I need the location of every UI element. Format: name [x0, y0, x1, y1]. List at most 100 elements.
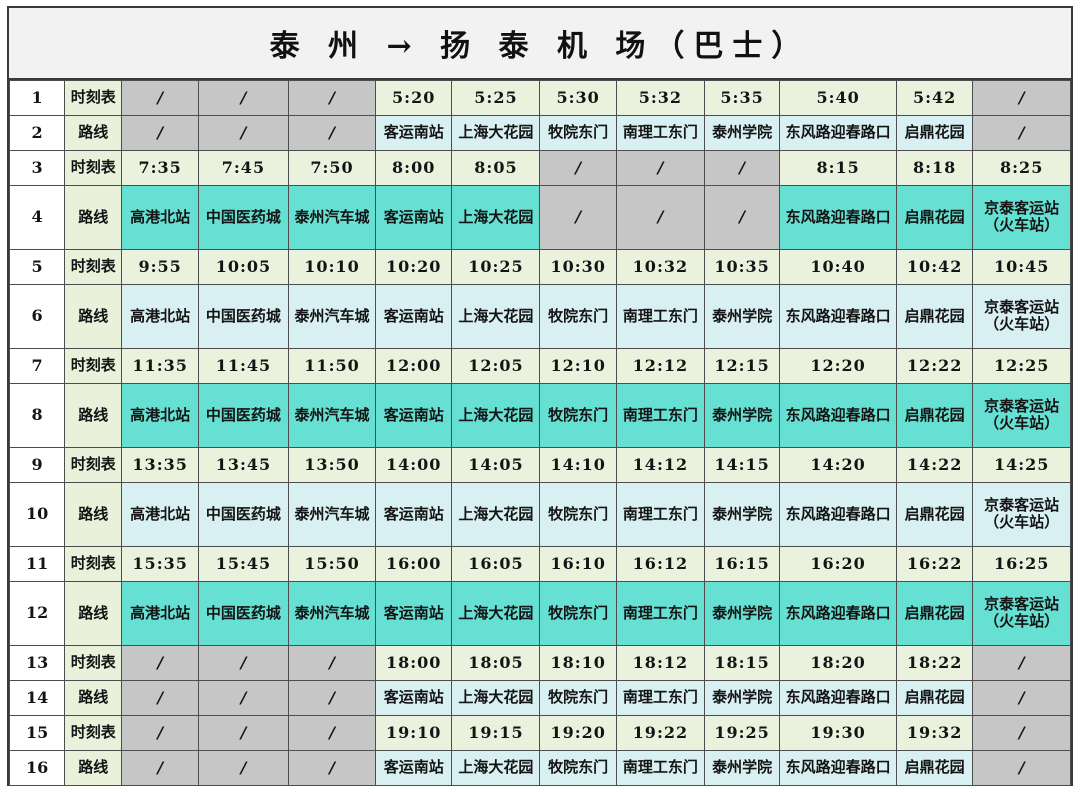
row-type-label: 路线 [65, 115, 122, 150]
cell-station-name: 高港北站 [122, 581, 198, 645]
row-type-label: 时刻表 [65, 150, 122, 185]
cell-departure-time: 11:50 [289, 348, 376, 383]
cell-station-name: 东风路迎春路口 [780, 680, 897, 715]
cell-station-name: 京泰客运站（火车站） [973, 185, 1071, 249]
cell-station-name: 高港北站 [122, 185, 198, 249]
cell-departure-time: 14:12 [616, 447, 704, 482]
cell-station-name: 东风路迎春路口 [780, 383, 897, 447]
cell-station-name: 上海大花园 [452, 581, 540, 645]
row-number: 3 [10, 150, 65, 185]
cell-departure-time: 7:50 [289, 150, 376, 185]
title-bar: 泰 州 → 扬 泰 机 场（巴士） [9, 8, 1071, 80]
cell-departure-time: 18:05 [452, 645, 540, 680]
cell-departure-time: 10:20 [376, 249, 452, 284]
row-number: 15 [10, 715, 65, 750]
bus-timetable-table: 1时刻表///5:205:255:305:325:355:405:42/2路线/… [9, 80, 1071, 786]
cell-departure-time: 19:22 [616, 715, 704, 750]
table-row: 13时刻表///18:0018:0518:1018:1218:1518:2018… [10, 645, 1071, 680]
cell-departure-time: 12:10 [540, 348, 616, 383]
cell-station-name: 客运南站 [376, 185, 452, 249]
row-number: 8 [10, 383, 65, 447]
cell-departure-time: 10:10 [289, 249, 376, 284]
cell-station-name: 中国医药城 [198, 383, 288, 447]
row-number: 14 [10, 680, 65, 715]
cell-no-service: / [198, 680, 288, 715]
row-number: 6 [10, 284, 65, 348]
table-row: 14路线///客运南站上海大花园牧院东门南理工东门泰州学院东风路迎春路口启鼎花园… [10, 680, 1071, 715]
cell-station-name: 上海大花园 [452, 185, 540, 249]
cell-station-name: 牧院东门 [540, 115, 616, 150]
cell-no-service: / [616, 185, 704, 249]
cell-station-name: 东风路迎春路口 [780, 284, 897, 348]
cell-no-service: / [540, 150, 616, 185]
cell-no-service: / [704, 150, 779, 185]
cell-no-service: / [122, 115, 198, 150]
cell-station-name: 启鼎花园 [896, 581, 972, 645]
cell-departure-time: 10:40 [780, 249, 897, 284]
cell-no-service: / [289, 680, 376, 715]
cell-station-name: 高港北站 [122, 383, 198, 447]
cell-departure-time: 10:05 [198, 249, 288, 284]
cell-departure-time: 19:20 [540, 715, 616, 750]
cell-no-service: / [289, 750, 376, 785]
cell-station-name: 南理工东门 [616, 284, 704, 348]
cell-departure-time: 16:25 [973, 546, 1071, 581]
cell-no-service: / [289, 115, 376, 150]
cell-station-name: 泰州汽车城 [289, 185, 376, 249]
cell-departure-time: 16:12 [616, 546, 704, 581]
cell-station-name: 东风路迎春路口 [780, 115, 897, 150]
row-type-label: 时刻表 [65, 645, 122, 680]
cell-departure-time: 10:30 [540, 249, 616, 284]
row-number: 12 [10, 581, 65, 645]
cell-station-name: 南理工东门 [616, 680, 704, 715]
cell-station-name: 南理工东门 [616, 115, 704, 150]
cell-station-name: 京泰客运站（火车站） [973, 383, 1071, 447]
cell-departure-time: 10:32 [616, 249, 704, 284]
timetable-body: 1时刻表///5:205:255:305:325:355:405:42/2路线/… [10, 81, 1071, 786]
row-number: 11 [10, 546, 65, 581]
cell-no-service: / [198, 81, 288, 116]
cell-no-service: / [198, 645, 288, 680]
table-row: 7时刻表11:3511:4511:5012:0012:0512:1012:121… [10, 348, 1071, 383]
cell-departure-time: 10:42 [896, 249, 972, 284]
table-row: 8路线高港北站中国医药城泰州汽车城客运南站上海大花园牧院东门南理工东门泰州学院东… [10, 383, 1071, 447]
cell-departure-time: 7:45 [198, 150, 288, 185]
cell-no-service: / [198, 715, 288, 750]
table-row: 6路线高港北站中国医药城泰州汽车城客运南站上海大花园牧院东门南理工东门泰州学院东… [10, 284, 1071, 348]
table-row: 3时刻表7:357:457:508:008:05///8:158:188:25 [10, 150, 1071, 185]
cell-no-service: / [289, 81, 376, 116]
cell-departure-time: 5:25 [452, 81, 540, 116]
cell-departure-time: 13:35 [122, 447, 198, 482]
cell-departure-time: 14:10 [540, 447, 616, 482]
cell-departure-time: 18:22 [896, 645, 972, 680]
cell-departure-time: 9:55 [122, 249, 198, 284]
cell-departure-time: 19:30 [780, 715, 897, 750]
cell-departure-time: 10:25 [452, 249, 540, 284]
cell-station-name: 客运南站 [376, 581, 452, 645]
cell-departure-time: 16:20 [780, 546, 897, 581]
table-row: 11时刻表15:3515:4515:5016:0016:0516:1016:12… [10, 546, 1071, 581]
cell-no-service: / [122, 750, 198, 785]
cell-station-name: 客运南站 [376, 482, 452, 546]
table-row: 9时刻表13:3513:4513:5014:0014:0514:1014:121… [10, 447, 1071, 482]
page-title: 泰 州 → 扬 泰 机 场（巴士） [270, 21, 811, 65]
cell-departure-time: 14:22 [896, 447, 972, 482]
row-number: 16 [10, 750, 65, 785]
cell-station-name: 中国医药城 [198, 581, 288, 645]
cell-departure-time: 19:25 [704, 715, 779, 750]
cell-departure-time: 10:35 [704, 249, 779, 284]
cell-station-name: 上海大花园 [452, 680, 540, 715]
cell-departure-time: 18:15 [704, 645, 779, 680]
cell-departure-time: 10:45 [973, 249, 1071, 284]
cell-station-name: 泰州汽车城 [289, 383, 376, 447]
cell-departure-time: 12:22 [896, 348, 972, 383]
cell-station-name: 客运南站 [376, 383, 452, 447]
cell-no-service: / [122, 680, 198, 715]
cell-departure-time: 5:42 [896, 81, 972, 116]
row-number: 1 [10, 81, 65, 116]
cell-station-name: 南理工东门 [616, 482, 704, 546]
cell-station-name: 高港北站 [122, 482, 198, 546]
cell-station-name: 上海大花园 [452, 284, 540, 348]
cell-no-service: / [973, 715, 1071, 750]
cell-departure-time: 18:12 [616, 645, 704, 680]
